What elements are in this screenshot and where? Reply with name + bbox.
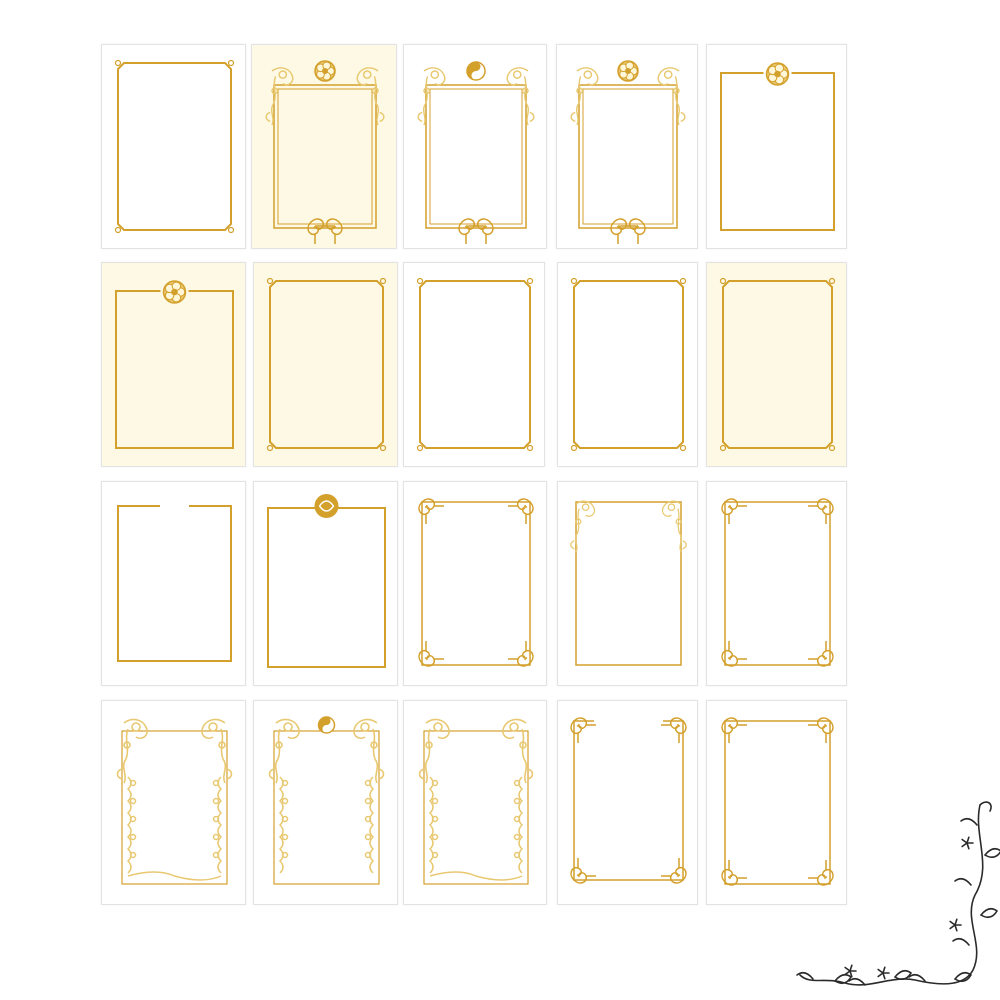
frame-border [721,498,834,667]
frame-border [117,505,232,662]
frame-card [403,481,547,686]
frame-card [251,44,397,249]
frame-card [706,481,847,686]
frame-border [570,717,687,884]
frame-card [403,262,545,467]
frame-border [418,718,534,885]
frame-border [265,60,385,244]
frame-card [253,262,398,467]
frame-border [570,60,686,244]
frame-border [268,716,385,885]
frame-card [557,700,698,905]
frame-card [101,700,246,905]
frame-card [253,700,398,905]
frame-card [706,44,847,249]
frame-border [418,498,534,667]
frame-card [706,262,847,467]
frame-card [101,481,246,686]
corner-vine-ornament-icon [796,801,1000,986]
frame-card [557,262,698,467]
frame-border [417,61,535,244]
frame-card [557,481,698,686]
frame-border [570,277,687,452]
frame-border [416,277,534,452]
frame-border [114,59,235,234]
frame-border [719,277,836,452]
frame-card [101,44,246,249]
frame-card [556,44,698,249]
frame-card [253,481,398,686]
frame-border [115,279,234,449]
frame-card [101,262,246,467]
frame-border [720,61,835,231]
frame-card [403,700,547,905]
frame-border [267,494,386,668]
frame-border [570,500,687,666]
frame-card [403,44,547,249]
frame-border [116,718,233,885]
frame-border [266,277,387,452]
